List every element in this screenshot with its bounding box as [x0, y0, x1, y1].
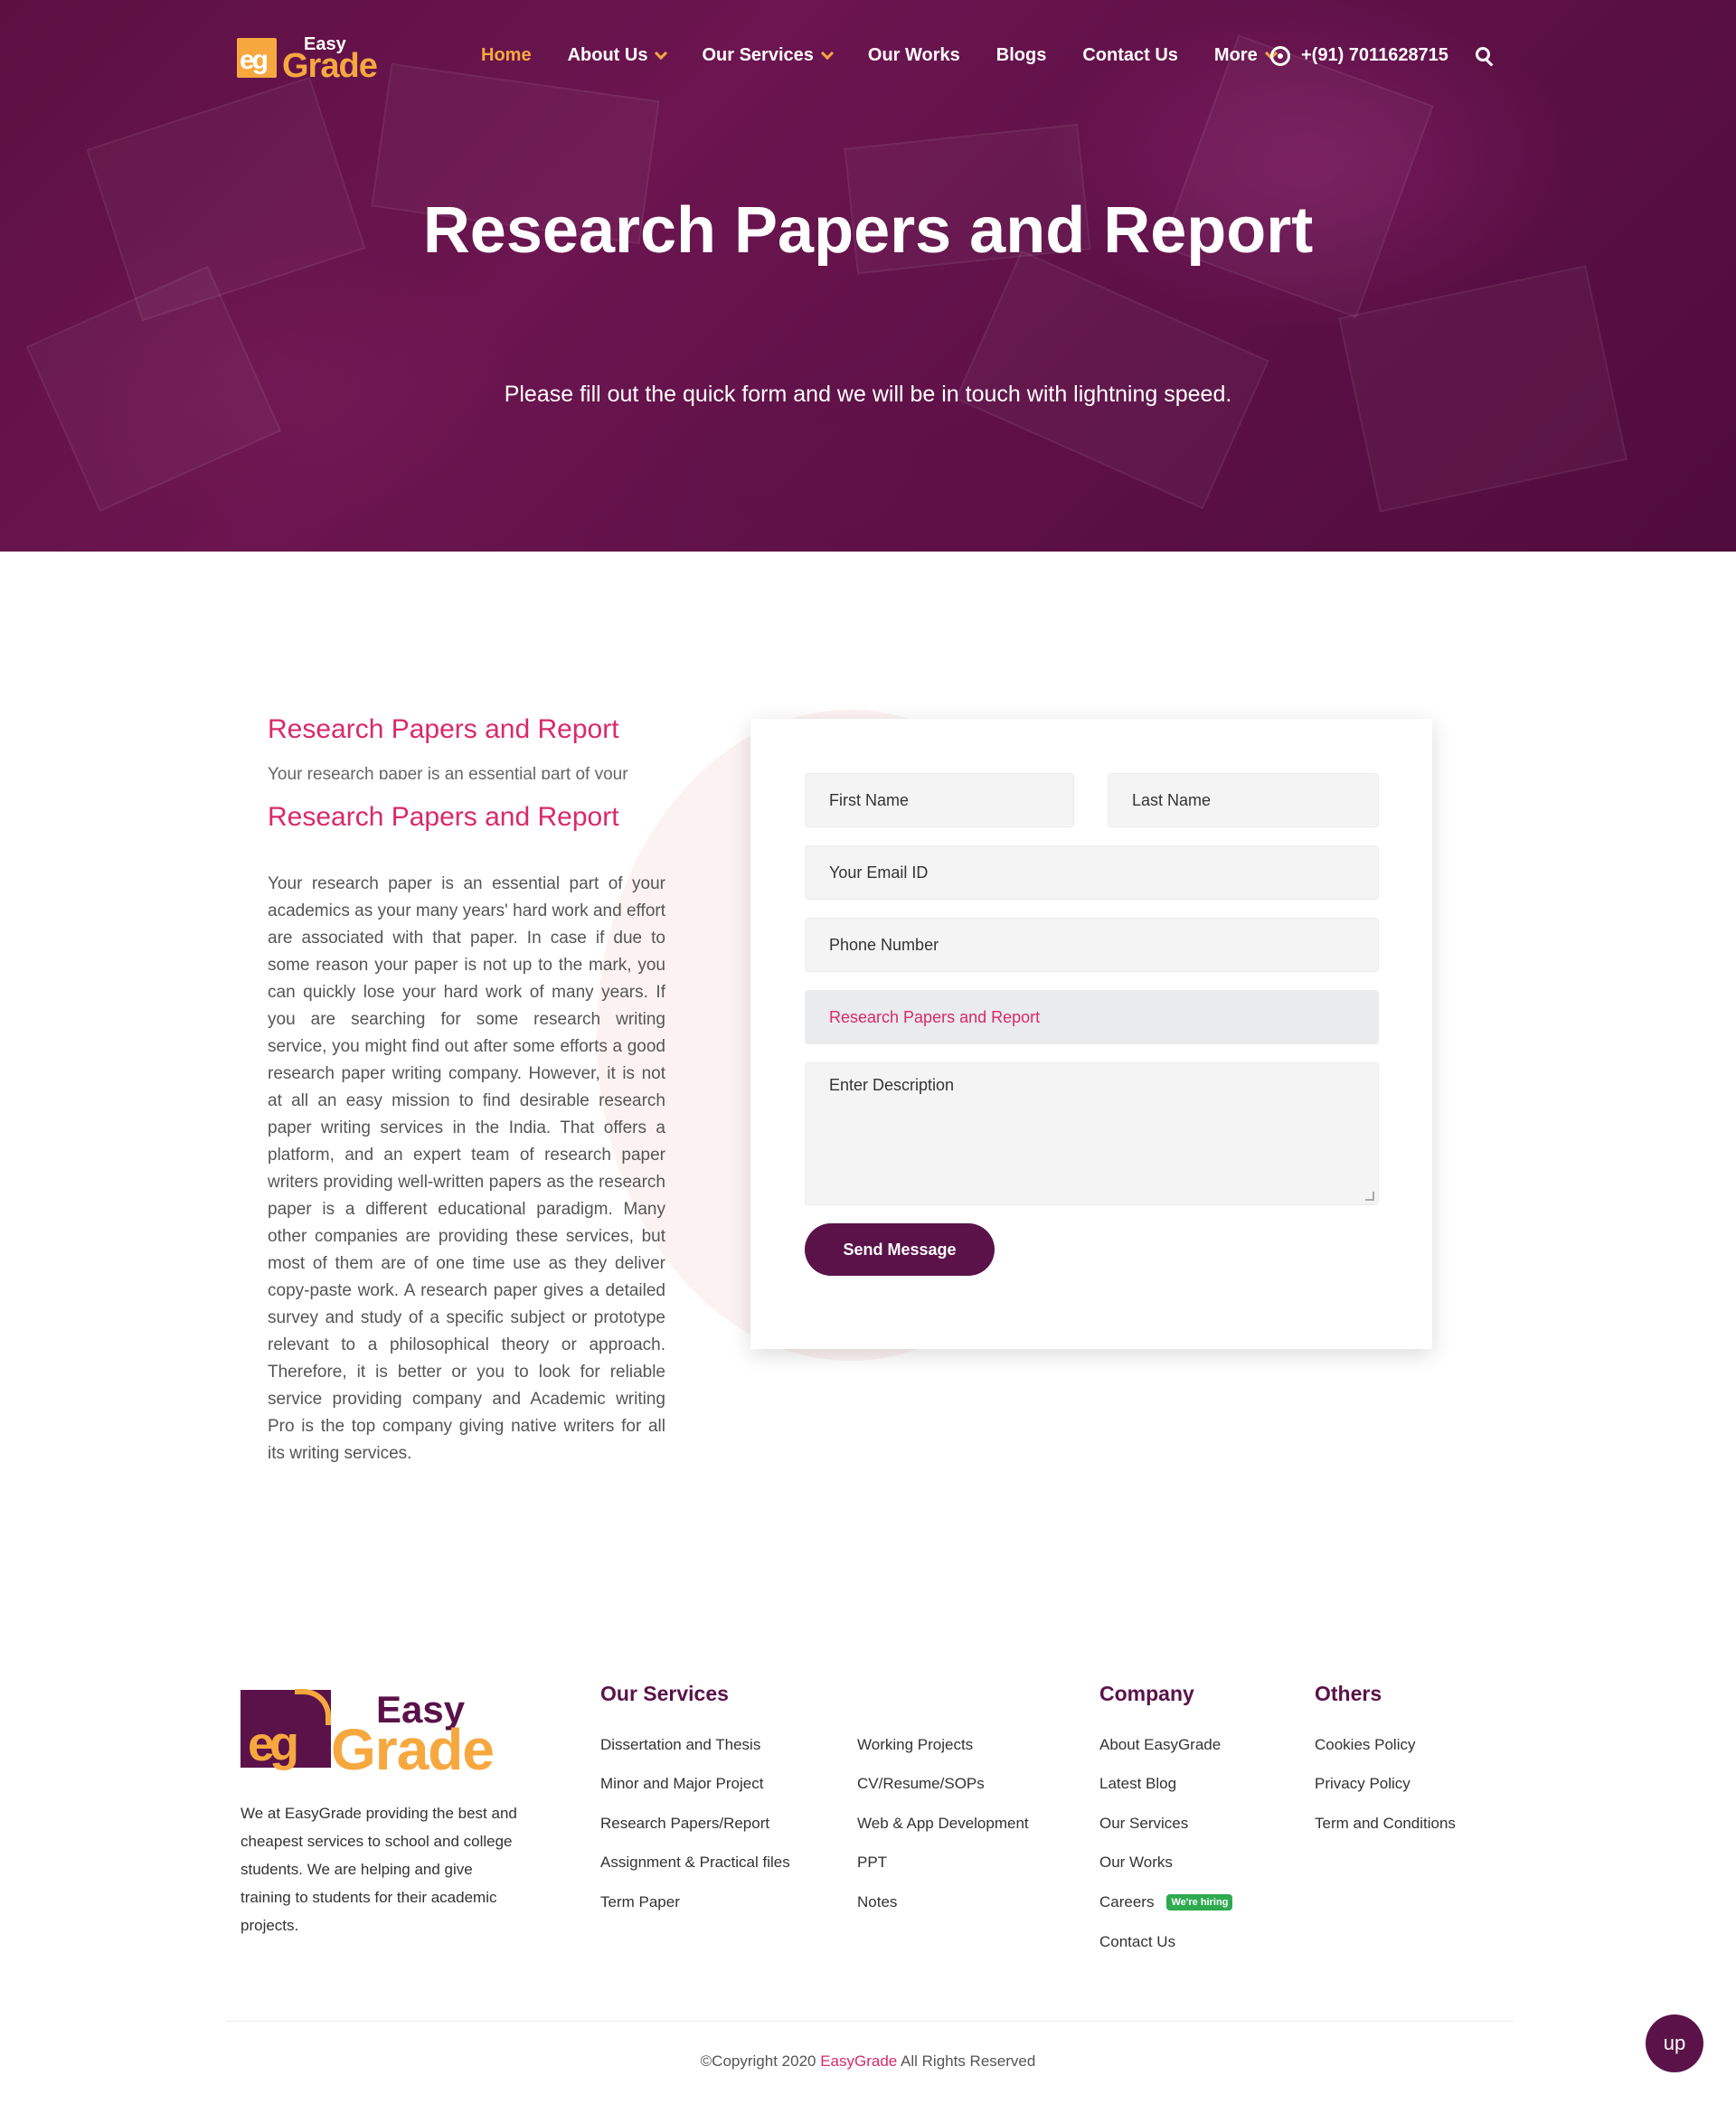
- footer-link[interactable]: Minor and Major Project: [600, 1775, 763, 1793]
- footer-link-careers[interactable]: Careers We're hiring: [1099, 1893, 1233, 1911]
- nav-label: Contact Us: [1082, 45, 1178, 65]
- footer-link[interactable]: Term Paper: [600, 1893, 680, 1911]
- logo-text-grade: Grade: [331, 1717, 495, 1782]
- logo-text-grade: Grade: [282, 47, 378, 85]
- section-heading: Research Papers and Report: [268, 714, 619, 744]
- nav-label: More: [1213, 45, 1258, 65]
- footer-link[interactable]: Web & App Development: [857, 1815, 1029, 1833]
- footer-logo[interactable]: eg Easy Grade: [241, 1684, 530, 1782]
- footer-link[interactable]: PPT: [857, 1854, 887, 1872]
- page-title: Research Papers and Report: [422, 194, 1314, 267]
- nav-item-our-services[interactable]: Our Services: [702, 45, 834, 66]
- whatsapp-icon: [1270, 45, 1290, 66]
- footer-link[interactable]: Our Works: [1099, 1854, 1173, 1872]
- footer-link[interactable]: Dissertation and Thesis: [600, 1736, 760, 1754]
- send-message-button[interactable]: Send Message: [805, 1223, 995, 1276]
- logo-mark-text: eg: [248, 1717, 299, 1771]
- phone-number: +(91) 7011628715: [1301, 45, 1448, 65]
- first-name-field[interactable]: First Name: [805, 773, 1074, 827]
- nav-item-our-works[interactable]: Our Works: [868, 45, 960, 66]
- footer-link[interactable]: Working Projects: [857, 1736, 973, 1754]
- clipped-text: Your research paper is an essential part…: [268, 745, 665, 779]
- footer-heading-company: Company: [1099, 1682, 1194, 1705]
- quote-form: First Name Last Name Your Email ID Phone…: [750, 719, 1432, 1349]
- hero-banner: eg Easy Grade Home About Us Our Services…: [0, 0, 1736, 552]
- hiring-badge: We're hiring: [1166, 1894, 1233, 1911]
- nav-item-more[interactable]: More: [1213, 45, 1278, 66]
- footer-link[interactable]: Notes: [857, 1893, 897, 1911]
- email-placeholder: Your Email ID: [829, 863, 929, 882]
- content-column: Research Papers and Report Your research…: [268, 714, 665, 1467]
- first-name-placeholder: First Name: [829, 790, 910, 809]
- last-name-placeholder: Last Name: [1132, 790, 1212, 809]
- page-subtitle: Please fill out the quick form and we wi…: [504, 382, 1232, 407]
- footer-link[interactable]: Cookies Policy: [1315, 1736, 1416, 1754]
- email-field[interactable]: Your Email ID: [805, 845, 1379, 900]
- nav-label: About Us: [567, 45, 648, 65]
- last-name-field[interactable]: Last Name: [1108, 773, 1379, 827]
- top-navigation: eg Easy Grade Home About Us Our Services…: [0, 0, 1736, 113]
- nav-label: Our Works: [867, 45, 960, 65]
- nav-label: Our Services: [702, 45, 814, 65]
- footer-heading-services: Our Services: [600, 1682, 729, 1705]
- footer-link[interactable]: Our Services: [1099, 1815, 1188, 1833]
- footer-description: We at EasyGrade providing the best and c…: [241, 1805, 517, 1934]
- footer-link[interactable]: CV/Resume/SOPs: [857, 1775, 985, 1793]
- nav-item-home[interactable]: Home: [481, 45, 532, 66]
- footer-divider: [226, 2021, 1514, 2022]
- clipped-text-line: Your research paper is an essential part…: [268, 765, 628, 779]
- chevron-down-icon: [655, 46, 668, 60]
- site-logo[interactable]: eg Easy Grade: [237, 33, 382, 85]
- chevron-down-icon: [820, 46, 834, 60]
- footer-link[interactable]: Contact Us: [1099, 1933, 1175, 1951]
- footer-link[interactable]: Term and Conditions: [1315, 1815, 1456, 1833]
- footer-link[interactable]: Latest Blog: [1099, 1775, 1176, 1793]
- nav-item-about-us[interactable]: About Us: [567, 45, 668, 66]
- nav-item-contact-us[interactable]: Contact Us: [1082, 45, 1178, 66]
- phone-placeholder: Phone Number: [829, 935, 939, 954]
- footer-link-label: Careers: [1099, 1893, 1155, 1911]
- main-menu: Home About Us Our Services Our Works Blo…: [481, 45, 1312, 66]
- footer-link[interactable]: Assignment & Practical files: [600, 1854, 790, 1872]
- resize-handle-icon[interactable]: [1365, 1192, 1374, 1201]
- description-textarea[interactable]: Enter Description: [805, 1062, 1379, 1205]
- service-selected-value: Research Papers and Report: [829, 1007, 1041, 1026]
- copyright: ©Copyright 2020 EasyGrade All Rights Res…: [0, 2052, 1736, 2071]
- copyright-suffix: All Rights Reserved: [897, 2052, 1036, 2070]
- background-decor: [25, 265, 282, 513]
- search-icon-handle: [1485, 59, 1494, 67]
- section-heading-secondary: Research Papers and Report: [268, 802, 619, 832]
- nav-label: Blogs: [995, 45, 1047, 65]
- copyright-prefix: ©Copyright 2020: [700, 2052, 821, 2070]
- footer-link[interactable]: About EasyGrade: [1099, 1736, 1221, 1754]
- description-placeholder: Enter Description: [829, 1076, 955, 1094]
- nav-label: Home: [481, 45, 532, 65]
- section-body: Your research paper is an essential part…: [268, 874, 665, 1463]
- background-decor: [86, 76, 366, 322]
- phone-field[interactable]: Phone Number: [805, 918, 1379, 972]
- footer-link[interactable]: Privacy Policy: [1315, 1775, 1410, 1793]
- search-icon[interactable]: [1476, 47, 1495, 67]
- logo-mark-text: eg: [240, 45, 269, 75]
- copyright-brand-link[interactable]: EasyGrade: [820, 2052, 897, 2070]
- service-select[interactable]: Research Papers and Report: [805, 990, 1379, 1044]
- phone-link[interactable]: +(91) 7011628715: [1270, 45, 1448, 66]
- scroll-to-top-button[interactable]: up: [1646, 2014, 1703, 2072]
- footer-heading-others: Others: [1315, 1682, 1382, 1705]
- nav-item-blogs[interactable]: Blogs: [996, 45, 1047, 66]
- background-decor: [955, 250, 1269, 510]
- footer-link[interactable]: Research Papers/Report: [600, 1815, 769, 1833]
